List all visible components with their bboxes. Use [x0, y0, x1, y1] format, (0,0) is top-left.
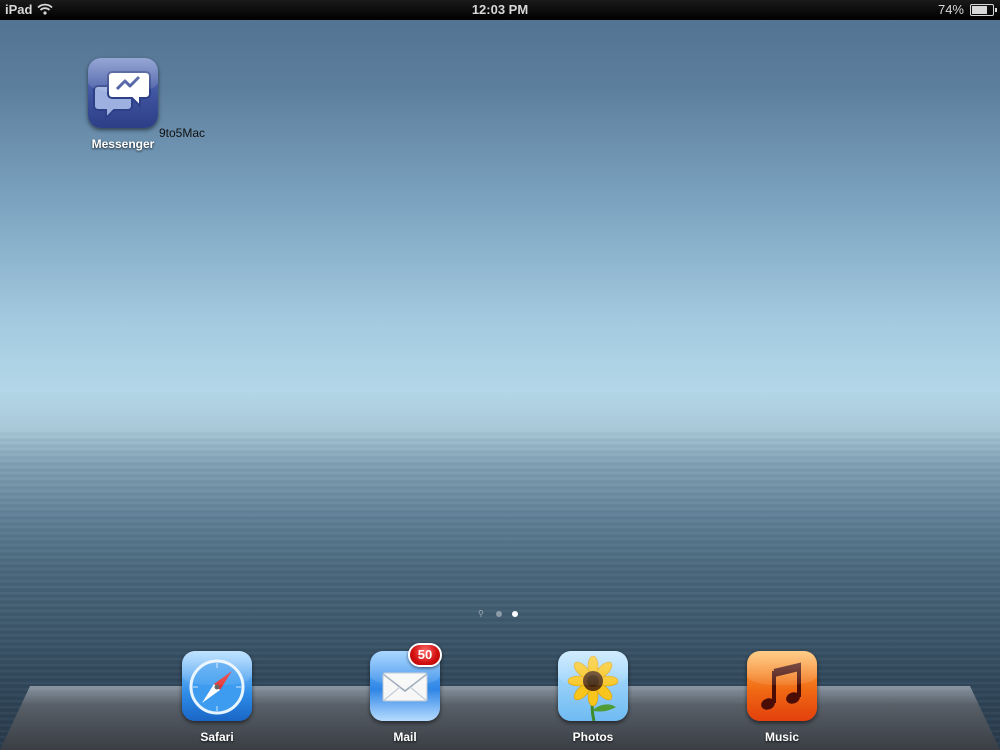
app-label: Photos	[572, 730, 614, 744]
music-note-icon[interactable]	[747, 651, 817, 721]
sunflower-icon[interactable]	[558, 651, 628, 721]
dock-app-music[interactable]: Music	[737, 651, 827, 744]
unread-badge: 50	[408, 643, 442, 667]
dock-app-mail[interactable]: 50 Mail	[360, 643, 450, 744]
messenger-icon[interactable]	[88, 58, 158, 128]
dock-app-safari[interactable]: Safari	[172, 651, 262, 744]
search-page-icon[interactable]: ⚲	[478, 610, 484, 618]
dock	[0, 686, 1000, 750]
safari-compass-icon[interactable]	[182, 651, 252, 721]
app-label: Mail	[393, 730, 417, 744]
dock-app-photos[interactable]: Photos	[548, 651, 638, 744]
status-bar: iPad 12:03 PM 74%	[0, 0, 1000, 20]
status-time: 12:03 PM	[471, 2, 529, 17]
page-dot-active[interactable]	[512, 611, 518, 617]
page-dot[interactable]	[496, 611, 502, 617]
app-label: Messenger	[91, 137, 155, 151]
battery-icon	[970, 4, 997, 16]
battery-percent: 74%	[937, 2, 964, 17]
app-label: Safari	[200, 730, 234, 744]
app-messenger[interactable]: Messenger	[78, 58, 168, 151]
watermark-text: 9to5Mac	[159, 126, 206, 140]
app-label: Music	[764, 730, 799, 744]
